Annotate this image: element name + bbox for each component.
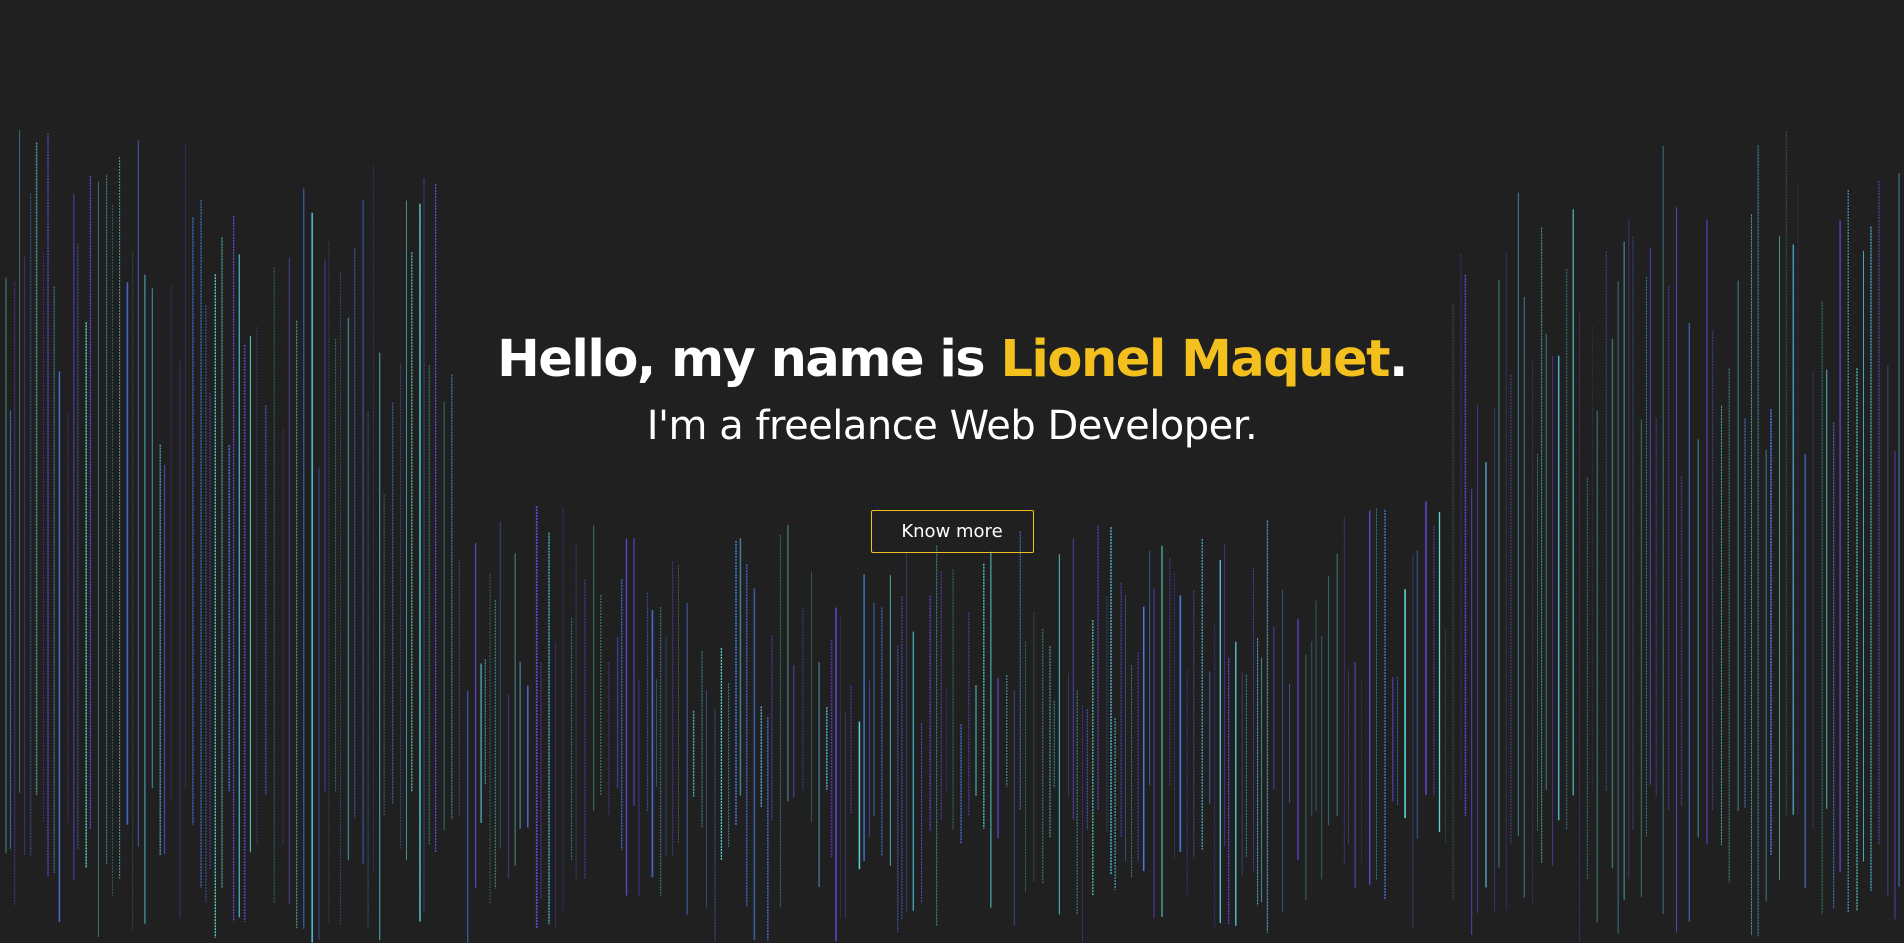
hero-tagline: I'm a freelance Web Developer. <box>646 403 1258 449</box>
hero-content: Hello, my name is Lionel Maquet. I'm a f… <box>0 326 1904 553</box>
know-more-button[interactable]: Know more <box>870 510 1034 553</box>
developer-name: Lionel Maquet <box>1000 330 1390 389</box>
hero-section: Hello, my name is Lionel Maquet. I'm a f… <box>0 0 1904 943</box>
greeting-prefix: Hello, my name is <box>497 330 1001 389</box>
hero-headline: Hello, my name is Lionel Maquet. <box>0 326 1904 394</box>
greeting-suffix: . <box>1389 330 1408 389</box>
